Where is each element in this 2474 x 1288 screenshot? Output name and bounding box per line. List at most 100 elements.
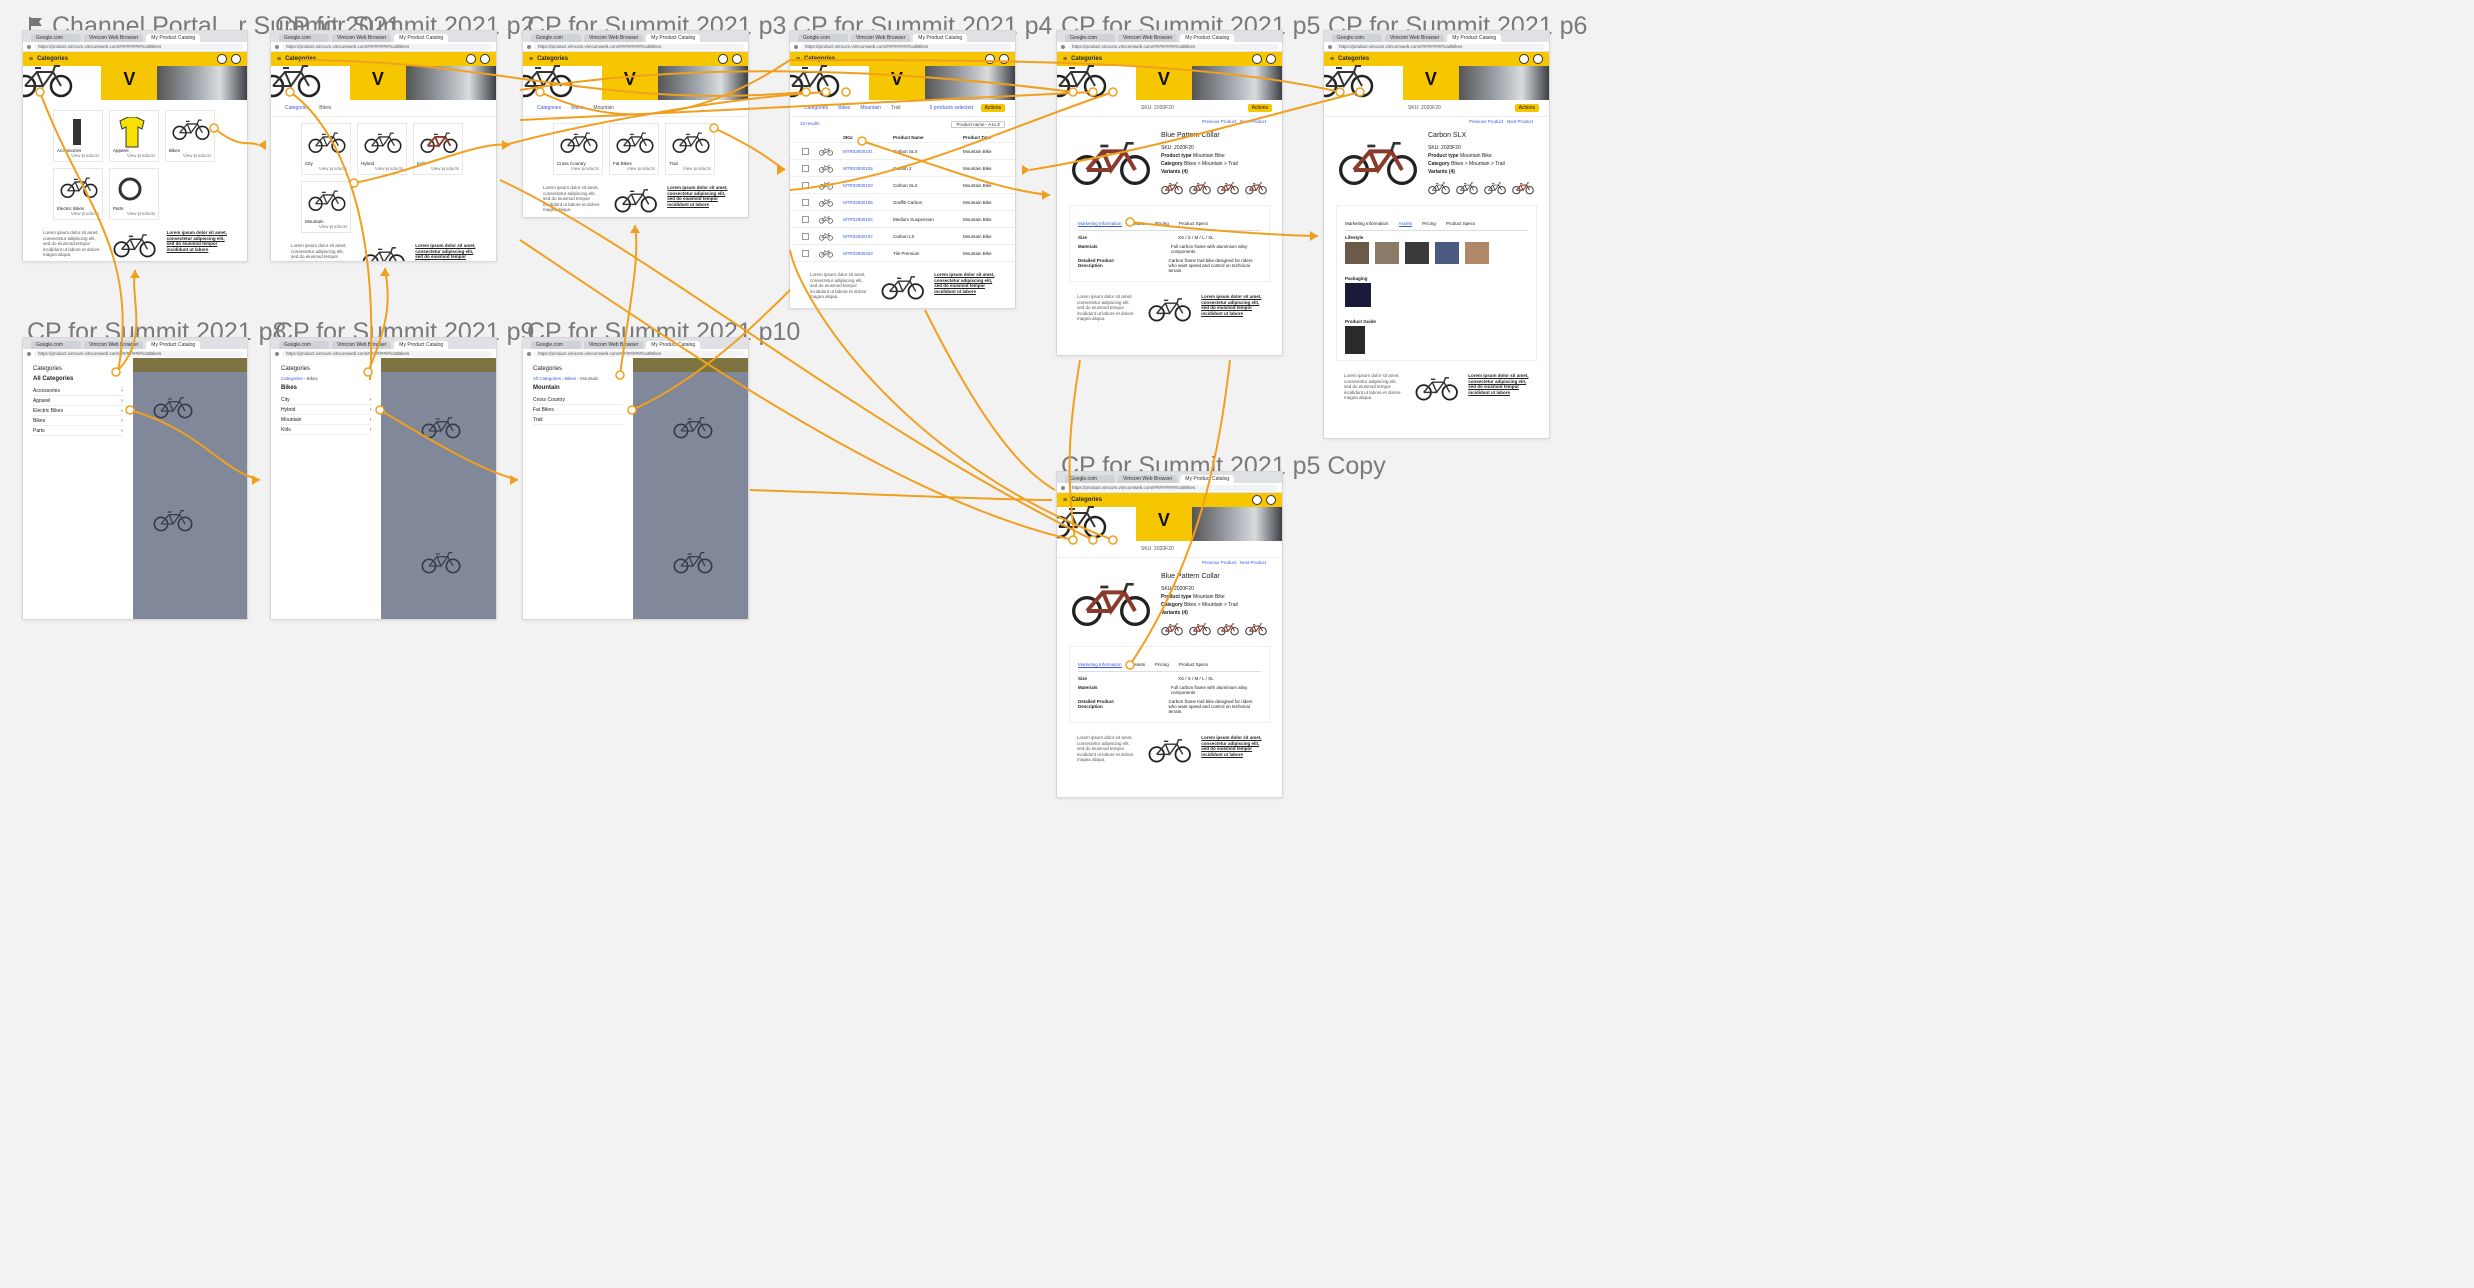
breadcrumb-link[interactable]: Bikes xyxy=(838,105,850,111)
url-field[interactable]: https://product.vimcom.vimcomweb.com/#/#… xyxy=(534,43,744,50)
user-icon[interactable] xyxy=(999,54,1009,64)
variant-thumbnail[interactable] xyxy=(1217,181,1239,195)
tab-assets[interactable]: Assets xyxy=(1398,221,1413,227)
variant-thumbnail[interactable] xyxy=(1456,181,1478,195)
variant-thumbnail[interactable] xyxy=(1428,181,1450,195)
browser-tab[interactable]: Google.com xyxy=(1065,34,1115,42)
table-row[interactable]: MTR02930103 Carbon SLX Mountain Bike xyxy=(790,177,1015,194)
previous-product-link[interactable]: Previous Product xyxy=(1469,119,1503,124)
category-card-fat-bikes[interactable]: Fat Bikes View products xyxy=(609,123,659,175)
back-icon[interactable] xyxy=(1328,44,1332,49)
actions-button[interactable]: Actions xyxy=(1514,104,1539,112)
previous-product-link[interactable]: Previous Product xyxy=(1202,119,1236,124)
back-icon[interactable] xyxy=(275,44,279,49)
row-checkbox[interactable] xyxy=(802,215,809,223)
drawer-item[interactable]: Accessories › xyxy=(33,386,123,396)
next-product-link[interactable]: Next Product xyxy=(1240,560,1266,565)
category-card-electric-bikes[interactable]: Electric Bikes View products xyxy=(53,168,103,220)
footer-link[interactable]: Lorem ipsum dolor sit amet, consectetur … xyxy=(1201,735,1262,765)
category-card-trail[interactable]: Trail View products xyxy=(665,123,715,175)
row-checkbox[interactable] xyxy=(802,181,809,189)
asset-thumbnail[interactable] xyxy=(1465,242,1489,264)
asset-thumbnail[interactable] xyxy=(1435,242,1459,264)
footer-link[interactable]: Lorem ipsum dolor sit amet, consectetur … xyxy=(667,185,728,215)
url-field[interactable]: https://product.vimcom.vimcomweb.com/#/#… xyxy=(1335,43,1545,50)
tab-assets[interactable]: Assets xyxy=(1132,221,1146,227)
category-card-accessories[interactable]: Accessories View products xyxy=(53,110,103,162)
previous-product-link[interactable]: Previous Product xyxy=(1202,560,1236,565)
back-icon[interactable] xyxy=(1061,44,1065,49)
search-icon[interactable] xyxy=(1252,495,1262,505)
tab-marketing-information[interactable]: Marketing Information xyxy=(1078,662,1122,668)
browser-tab[interactable]: Vimcom Web Browser xyxy=(584,341,644,349)
table-row[interactable]: MTR02930101 Carbon SLX Mountain Bike xyxy=(790,143,1015,160)
browser-tab[interactable]: Vimcom Web Browser xyxy=(851,34,911,42)
browser-tab[interactable]: My Product Catalog xyxy=(394,341,449,349)
browser-tab[interactable]: Vimcom Web Browser xyxy=(584,34,644,42)
url-field[interactable]: https://product.vimcom.vimcomweb.com/#/#… xyxy=(1068,43,1278,50)
back-icon[interactable] xyxy=(794,44,798,49)
category-card-bikes[interactable]: Bikes View products xyxy=(165,110,215,162)
browser-tab[interactable]: My Product Catalog xyxy=(394,34,449,42)
browser-tab[interactable]: Google.com xyxy=(798,34,848,42)
url-field[interactable]: https://product.vimcom.vimcomweb.com/#/#… xyxy=(34,350,243,357)
search-icon[interactable] xyxy=(985,54,995,64)
browser-tab[interactable]: Vimcom Web Browser xyxy=(84,341,144,349)
browser-tab[interactable]: Vimcom Web Browser xyxy=(1118,475,1178,483)
drawer-item[interactable]: Hybrid › xyxy=(281,405,372,415)
back-icon[interactable] xyxy=(27,44,31,49)
tab-marketing-information[interactable]: Marketing Information xyxy=(1345,221,1389,227)
browser-tab[interactable]: Google.com xyxy=(1332,34,1382,42)
browser-tab[interactable]: Google.com xyxy=(279,341,329,349)
drawer-item[interactable]: Kids › xyxy=(281,425,372,435)
url-field[interactable]: https://product.vimcom.vimcomweb.com/#/#… xyxy=(534,350,744,357)
url-field[interactable]: https://product.vimcom.vimcomweb.com/#/#… xyxy=(282,350,492,357)
footer-link[interactable]: Lorem ipsum dolor sit amet, consectetur … xyxy=(1201,294,1262,324)
breadcrumb-link[interactable]: Mountain xyxy=(860,105,881,111)
breadcrumb-link[interactable]: Categories xyxy=(281,376,303,381)
user-icon[interactable] xyxy=(1266,54,1276,64)
back-icon[interactable] xyxy=(1061,485,1065,490)
asset-thumbnail[interactable] xyxy=(1405,242,1429,264)
user-icon[interactable] xyxy=(732,54,742,64)
search-icon[interactable] xyxy=(1252,54,1262,64)
category-card-hybrid[interactable]: Hybrid View products xyxy=(357,123,407,175)
tab-product-specs[interactable]: Product Specs xyxy=(1179,662,1208,668)
drawer-item[interactable]: Electric Bikes › xyxy=(33,406,123,416)
drawer-item[interactable]: Trail xyxy=(533,415,624,425)
actions-button[interactable]: Actions xyxy=(980,104,1005,112)
asset-thumbnail[interactable] xyxy=(1345,242,1369,264)
row-checkbox[interactable] xyxy=(802,147,809,155)
footer-link[interactable]: Lorem ipsum dolor sit amet, consectetur … xyxy=(934,272,995,302)
variant-thumbnail[interactable] xyxy=(1484,181,1506,195)
next-product-link[interactable]: Next Product xyxy=(1507,119,1533,124)
drawer-item[interactable]: Cross Country xyxy=(533,395,624,405)
browser-tab[interactable]: Google.com xyxy=(531,34,581,42)
category-card-mountain[interactable]: Mountain View products xyxy=(301,181,351,233)
tab-pricing[interactable]: Pricing xyxy=(1422,221,1436,227)
browser-tab[interactable]: Google.com xyxy=(279,34,329,42)
variant-thumbnail[interactable] xyxy=(1161,181,1183,195)
category-card-apparel[interactable]: Apparel View products xyxy=(109,110,159,162)
browser-tab[interactable]: My Product Catalog xyxy=(146,341,201,349)
breadcrumb-link[interactable]: Categories xyxy=(804,105,828,111)
drawer-item[interactable]: Bikes › xyxy=(33,416,123,426)
tab-pricing[interactable]: Pricing xyxy=(1155,662,1169,668)
sort-select[interactable]: Product name - A to Z xyxy=(951,121,1005,128)
footer-link[interactable]: Lorem ipsum dolor sit amet, consectetur … xyxy=(415,243,476,261)
url-field[interactable]: https://product.vimcom.vimcomweb.com/#/#… xyxy=(34,43,243,50)
table-row[interactable]: MTR02930107 Carbon LS Mountain Bike xyxy=(790,228,1015,245)
drawer-item[interactable]: Fat Bikes xyxy=(533,405,624,415)
variant-thumbnail[interactable] xyxy=(1217,622,1239,636)
browser-tab[interactable]: Vimcom Web Browser xyxy=(1385,34,1445,42)
variant-thumbnail[interactable] xyxy=(1512,181,1534,195)
url-field[interactable]: https://product.vimcom.vimcomweb.com/#/#… xyxy=(801,43,1011,50)
user-icon[interactable] xyxy=(1533,54,1543,64)
breadcrumb-link[interactable]: All Categories xyxy=(533,376,561,381)
asset-thumbnail[interactable] xyxy=(1345,326,1365,354)
search-icon[interactable] xyxy=(217,54,227,64)
browser-tab[interactable]: Vimcom Web Browser xyxy=(1118,34,1178,42)
variant-thumbnail[interactable] xyxy=(1245,181,1267,195)
browser-tab[interactable]: My Product Catalog xyxy=(646,341,701,349)
browser-tab[interactable]: My Product Catalog xyxy=(646,34,701,42)
